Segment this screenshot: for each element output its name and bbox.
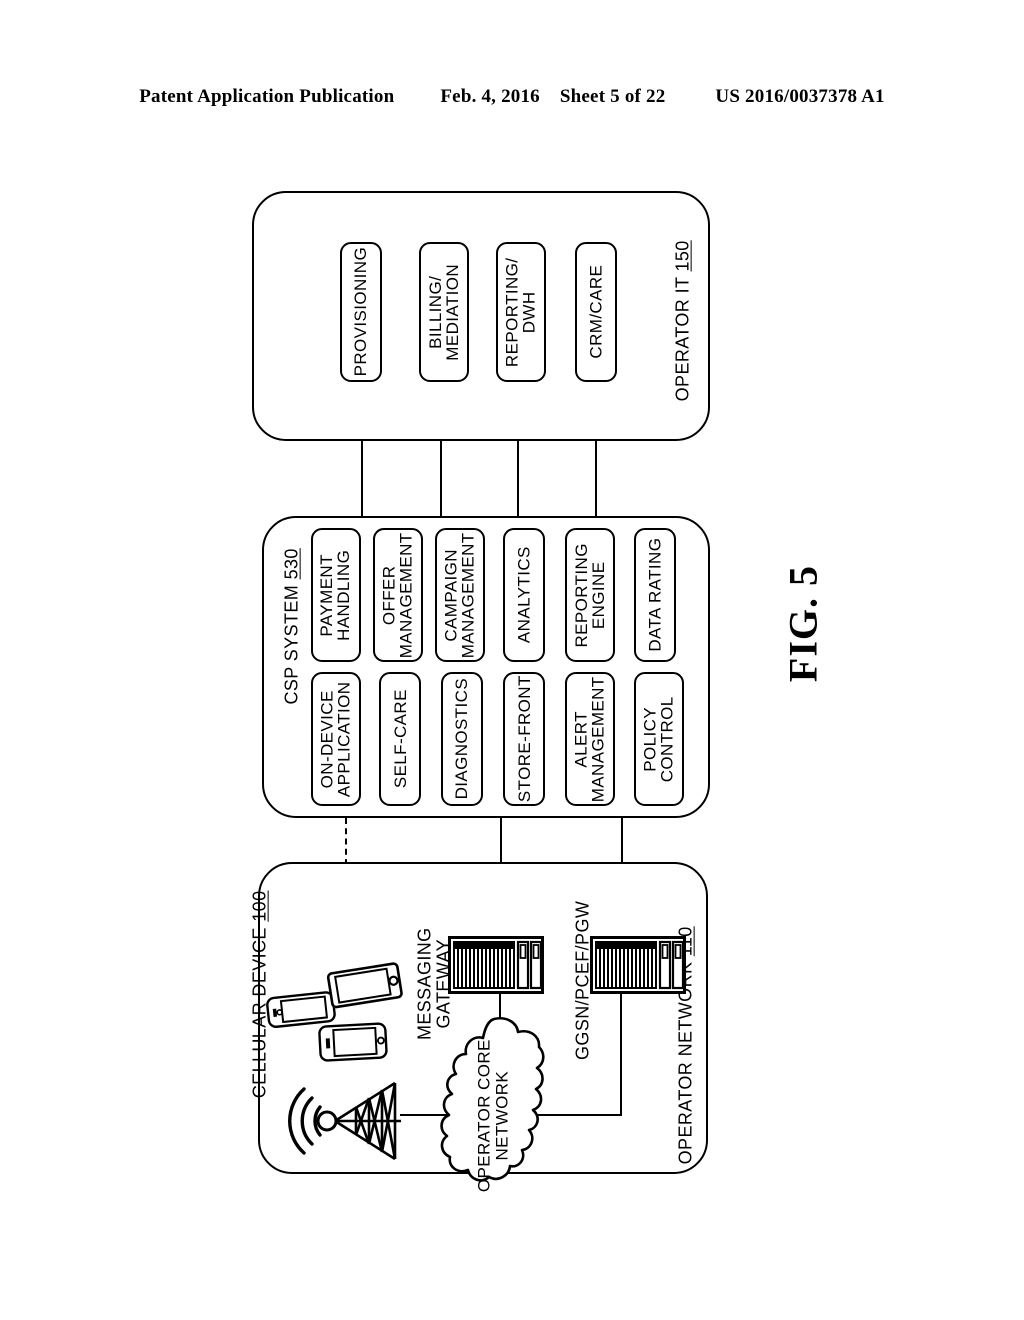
connector-it-csp-3: [517, 441, 519, 517]
module-campaign-management[interactable]: CAMPAIGN MANAGEMENT: [435, 528, 485, 662]
publication-title: Patent Application Publication: [139, 86, 395, 107]
module-self-care[interactable]: SELF-CARE: [379, 672, 421, 806]
module-data-rating-label: DATA RATING: [645, 538, 665, 652]
module-data-rating[interactable]: DATA RATING: [634, 528, 676, 662]
patent-number: US 2016/0037378 A1: [715, 86, 885, 107]
module-diagnostics[interactable]: DIAGNOSTICS: [441, 672, 483, 806]
module-diagnostics-label: DIAGNOSTICS: [452, 678, 472, 800]
csp-system-ref: 530: [281, 548, 302, 580]
module-store-front-label: STORE-FRONT: [514, 675, 534, 803]
sheet-number: Sheet 5 of 22: [559, 86, 666, 107]
server-rack-icon-ggsn: [590, 936, 686, 994]
phone-icon-3: [318, 1021, 390, 1065]
module-offer-management-label: OFFER MANAGEMENT: [379, 532, 416, 658]
module-alert-management-label: ALERT MANAGEMENT: [571, 676, 608, 802]
module-reporting-engine-label: REPORTING ENGINE: [571, 542, 609, 648]
figure-label: FIG. 5: [780, 564, 826, 683]
operator-it-title: OPERATOR IT 150: [672, 240, 693, 402]
publication-date: Feb. 4, 2016: [440, 86, 540, 107]
operator-it-ref: 150: [672, 240, 693, 272]
cell-tower-icon: [283, 1073, 405, 1169]
module-billing-mediation[interactable]: BILLING/MEDIATION: [419, 242, 469, 382]
module-on-device-application[interactable]: ON-DEVICE APPLICATION: [311, 672, 361, 806]
publication-header: Patent Application Publication Feb. 4, 2…: [0, 86, 1024, 108]
module-alert-management[interactable]: ALERT MANAGEMENT: [565, 672, 615, 806]
module-reporting-dwh-label: REPORTING/DWH: [502, 257, 540, 367]
csp-system-title-text: CSP SYSTEM: [281, 584, 302, 705]
server-rack-icon-messaging-gateway: [448, 936, 544, 994]
module-provisioning[interactable]: PROVISIONING: [340, 242, 382, 382]
module-self-care-label: SELF-CARE: [390, 689, 410, 789]
core-network-label: OPERATOR CORE NETWORK: [474, 1039, 511, 1193]
connector-it-csp-4: [595, 441, 597, 517]
module-crm-care[interactable]: CRM/CARE: [575, 242, 617, 382]
connector-it-csp-1: [361, 441, 363, 517]
connector-ggsn-bus: [620, 994, 622, 1116]
operator-it-container: [252, 191, 710, 441]
connector-it-csp-2: [440, 441, 442, 517]
module-store-front[interactable]: STORE-FRONT: [503, 672, 545, 806]
operator-it-title-text: OPERATOR IT: [672, 276, 693, 402]
module-analytics[interactable]: ANALYTICS: [503, 528, 545, 662]
connector-core-network-bus: [536, 1114, 622, 1116]
cellular-device-ref: 100: [249, 890, 270, 922]
patent-figure-page: Patent Application Publication Feb. 4, 2…: [0, 0, 1024, 1320]
module-payment-handling[interactable]: PAYMENT HANDLING: [311, 528, 361, 662]
module-policy-control-label: POLICY CONTROL: [640, 696, 678, 782]
csp-system-title: CSP SYSTEM 530: [281, 546, 302, 706]
module-policy-control[interactable]: POLICY CONTROL: [634, 672, 684, 806]
module-offer-management[interactable]: OFFER MANAGEMENT: [373, 528, 423, 662]
module-crm-care-label: CRM/CARE: [586, 265, 606, 359]
module-reporting-engine[interactable]: REPORTING ENGINE: [565, 528, 615, 662]
module-provisioning-label: PROVISIONING: [351, 247, 371, 377]
phone-icon-2: [326, 962, 406, 1010]
module-campaign-management-label: CAMPAIGN MANAGEMENT: [441, 532, 478, 658]
module-on-device-application-label: ON-DEVICE APPLICATION: [317, 681, 354, 797]
module-payment-handling-label: PAYMENT HANDLING: [317, 549, 354, 641]
module-reporting-dwh[interactable]: REPORTING/DWH: [496, 242, 546, 382]
module-analytics-label: ANALYTICS: [514, 546, 534, 644]
module-billing-mediation-label: BILLING/MEDIATION: [425, 263, 463, 361]
